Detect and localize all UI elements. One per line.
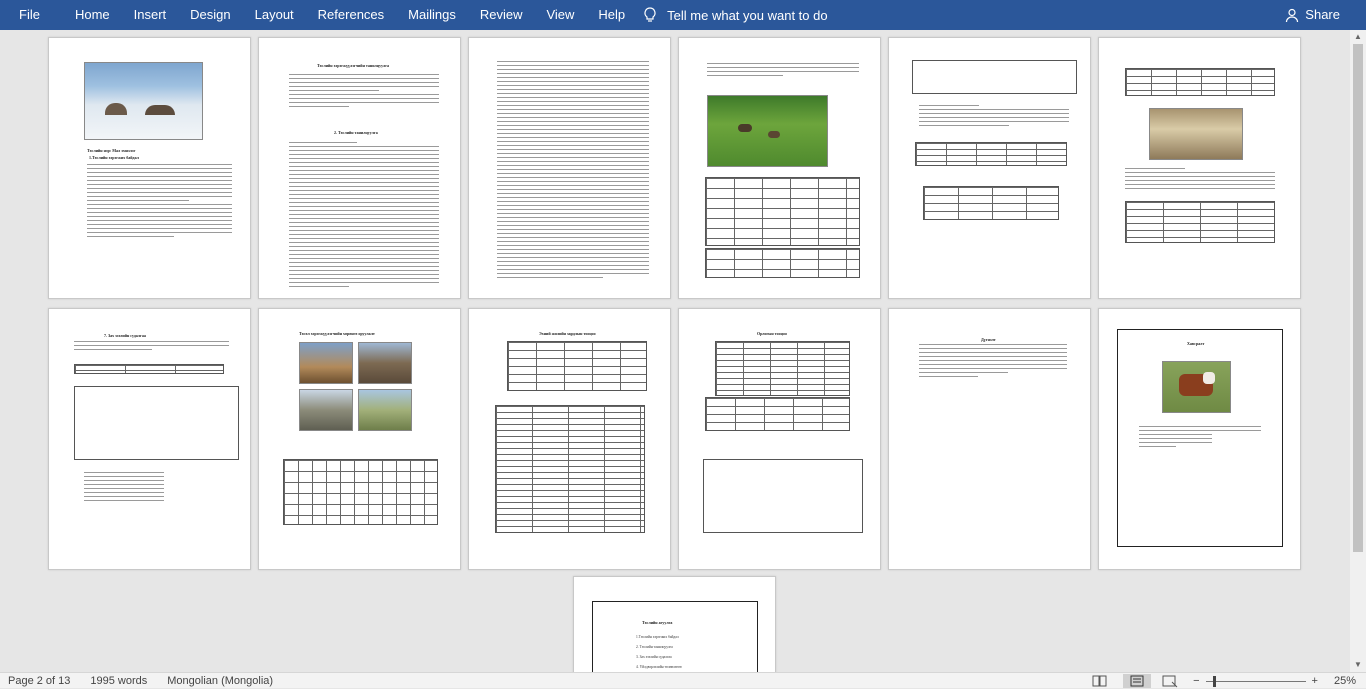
zoom-slider[interactable] <box>1205 675 1306 687</box>
page-7[interactable]: 7. Зах зээлийн судалгаа <box>48 308 251 570</box>
scroll-up-icon[interactable]: ▲ <box>1350 30 1366 44</box>
toc-item-1[interactable]: 1.Төслийн хэрэгжих байдал <box>636 635 679 640</box>
page-2-body-top <box>289 74 439 110</box>
language-indicator[interactable]: Mongolian (Mongolia) <box>167 675 273 687</box>
tab-design[interactable]: Design <box>178 0 242 30</box>
tab-mailings[interactable]: Mailings <box>396 0 468 30</box>
page-2-body <box>289 142 439 290</box>
zoom-level[interactable]: 25% <box>1334 675 1356 687</box>
page-9-table-2 <box>495 405 645 533</box>
page-7-body <box>74 341 229 353</box>
zoom-slider-thumb[interactable] <box>1212 675 1216 687</box>
vertical-scrollbar[interactable]: ▲ ▼ <box>1350 30 1366 672</box>
page-count[interactable]: Page 2 of 13 <box>8 675 70 687</box>
page-10[interactable]: Орлогын тооцоо <box>678 308 881 570</box>
page-1-body <box>87 164 232 240</box>
tab-insert[interactable]: Insert <box>122 0 179 30</box>
tell-me-label: Tell me what you want to do <box>667 7 828 23</box>
page-5-table-bottom <box>923 186 1059 220</box>
page-8-title: Төсөл хэрэгжүүлэгчийн хөрөнгө оруулалт <box>299 331 375 336</box>
web-layout-icon[interactable] <box>1159 674 1181 688</box>
page-9[interactable]: Эхний жилийн зардлын тооцоо <box>468 308 671 570</box>
page-7-table-2 <box>74 386 239 460</box>
zoom-out-button[interactable]: − <box>1193 675 1199 687</box>
grazing-livestock-image <box>707 95 828 167</box>
person-icon <box>1286 8 1299 22</box>
tell-me-search[interactable]: Tell me what you want to do <box>643 7 828 23</box>
toc-item-3[interactable]: 3. Зах зээлийн судалгаа <box>636 655 672 660</box>
photo-3-image <box>299 389 353 431</box>
status-right: − + 25% <box>1089 673 1366 689</box>
page-11-title: Дүгнэлт <box>981 337 996 342</box>
page-6-table <box>1125 68 1275 96</box>
print-layout-icon[interactable] <box>1123 674 1152 688</box>
tab-review[interactable]: Review <box>468 0 535 30</box>
scrollbar-thumb[interactable] <box>1353 44 1363 552</box>
page-3[interactable] <box>468 37 671 299</box>
feed-sacks-image <box>1149 108 1243 160</box>
page-6-body <box>1125 168 1275 192</box>
photo-2-image <box>358 342 412 384</box>
share-label: Share <box>1305 7 1340 22</box>
page-12-caption: Хавсралт <box>1187 341 1205 346</box>
document-canvas[interactable]: Төслийн нэр: Мал эмнэлэг 1.Төслийн хэрэг… <box>0 30 1350 672</box>
page-2-title: Төслийн хэрэгжүүлэгчийн танилцуулга <box>317 63 390 68</box>
scroll-down-icon[interactable]: ▼ <box>1350 658 1366 672</box>
photo-4-image <box>358 389 412 431</box>
page-7-list <box>84 472 164 504</box>
tab-help[interactable]: Help <box>586 0 637 30</box>
page-7-title: 7. Зах зээлийн судалгаа <box>104 333 146 338</box>
page-4-table <box>705 177 860 246</box>
read-mode-icon[interactable] <box>1089 674 1111 688</box>
word-count[interactable]: 1995 words <box>90 675 147 687</box>
page-10-title: Орлогын тооцоо <box>757 331 787 336</box>
tab-view[interactable]: View <box>534 0 586 30</box>
page-8[interactable]: Төсөл хэрэгжүүлэгчийн хөрөнгө оруулалт <box>258 308 461 570</box>
status-bar: Page 2 of 13 1995 words Mongolian (Mongo… <box>0 672 1366 688</box>
tab-home[interactable]: Home <box>63 0 122 30</box>
zoom-in-button[interactable]: + <box>1312 675 1318 687</box>
toc-item-4[interactable]: 4. Үйлдвэрлэлийн төлөвлөгөө <box>636 665 682 670</box>
page-1-title: Төслийн нэр: Мал эмнэлэг <box>87 148 136 153</box>
page-10-table-3 <box>703 459 863 533</box>
page-10-table <box>715 341 850 396</box>
page-5[interactable] <box>888 37 1091 299</box>
page-4-table-2 <box>705 248 860 278</box>
file-tab[interactable]: File <box>0 0 63 30</box>
page-4[interactable] <box>678 37 881 299</box>
page-13-title: Төслийн агуулга <box>642 620 673 625</box>
page-13[interactable]: Төслийн агуулга 1.Төслийн хэрэгжих байда… <box>573 576 776 672</box>
page-6[interactable] <box>1098 37 1301 299</box>
page-10-table-2 <box>705 397 850 431</box>
lightbulb-icon <box>644 7 656 22</box>
page-4-body-top <box>707 63 859 79</box>
toc-item-2[interactable]: 2. Төслийн танилцуулга <box>636 645 673 650</box>
page-2-section: 2. Төслийн танилцуулга <box>334 130 378 135</box>
tab-layout[interactable]: Layout <box>243 0 306 30</box>
page-5-body <box>919 105 1069 129</box>
tab-references[interactable]: References <box>306 0 396 30</box>
page-1-section: 1.Төслийн хэрэгжих байдал <box>89 155 139 160</box>
cattle-image <box>1162 361 1231 413</box>
page-1[interactable]: Төслийн нэр: Мал эмнэлэг 1.Төслийн хэрэг… <box>48 37 251 299</box>
page-5-table-top <box>912 60 1077 94</box>
page-11[interactable]: Дүгнэлт <box>888 308 1091 570</box>
page-8-table <box>283 459 438 525</box>
page-5-table-mid <box>915 142 1067 166</box>
page-2[interactable]: Төслийн хэрэгжүүлэгчийн танилцуулга 2. Т… <box>258 37 461 299</box>
page-12[interactable]: Хавсралт <box>1098 308 1301 570</box>
page-3-body <box>497 61 649 281</box>
page-6-table-2 <box>1125 201 1275 243</box>
photo-1-image <box>299 342 353 384</box>
page-12-body <box>1139 426 1261 450</box>
ribbon: File Home Insert Design Layout Reference… <box>0 0 1366 30</box>
page-7-table <box>74 364 224 374</box>
page-9-table <box>507 341 647 391</box>
share-button[interactable]: Share <box>1285 0 1340 30</box>
page-9-title: Эхний жилийн зардлын тооцоо <box>539 331 596 336</box>
snow-yurt-image <box>84 62 203 140</box>
page-11-body <box>919 344 1067 380</box>
